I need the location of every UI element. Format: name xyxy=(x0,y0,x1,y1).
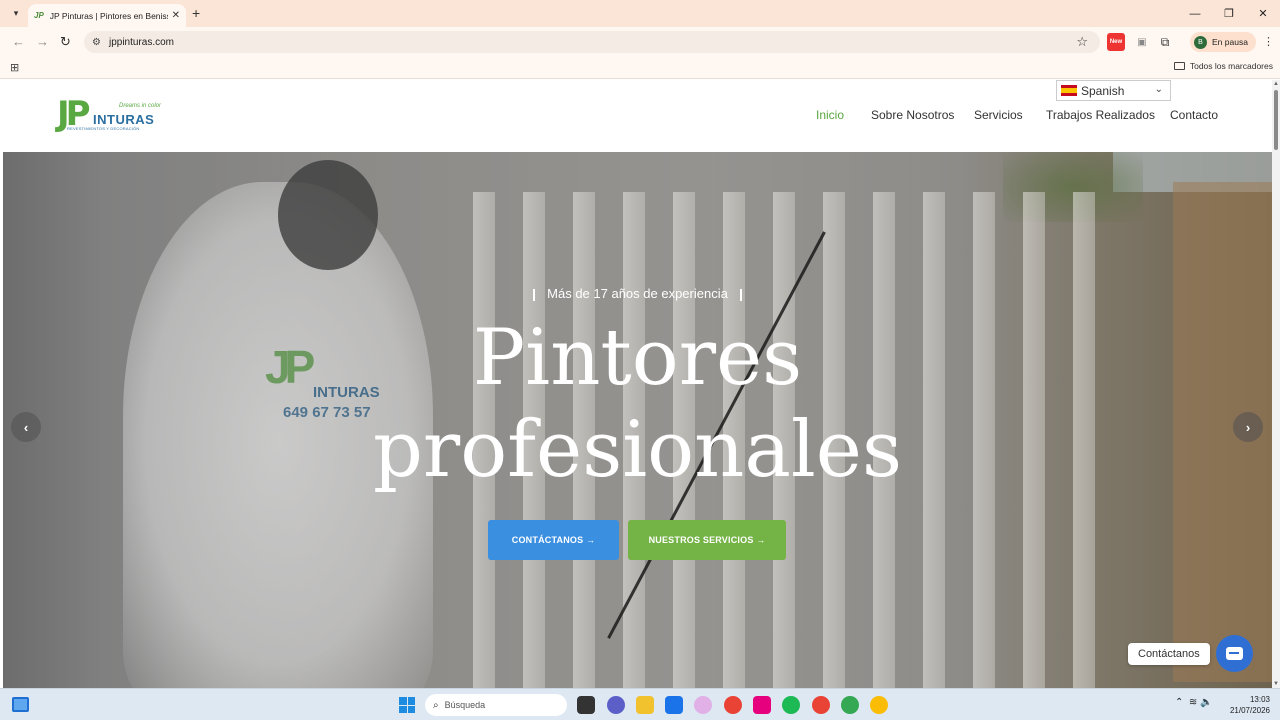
forward-icon[interactable]: → xyxy=(36,34,49,49)
hero-eyebrow: Más de 17 años de experiencia xyxy=(3,286,1272,301)
extension-gray-icon[interactable]: ▣ xyxy=(1133,33,1151,51)
slider-prev-icon[interactable]: ‹ xyxy=(11,412,41,442)
taskbar-search-placeholder: Búsqueda xyxy=(444,700,486,710)
taskbar-search[interactable]: ⌕ Búsqueda xyxy=(425,694,567,716)
language-selector[interactable]: Spanish ⌄ xyxy=(1056,80,1171,101)
outlook-icon[interactable] xyxy=(665,696,683,714)
restore-icon[interactable]: ❐ xyxy=(1212,0,1246,27)
scroll-up-icon[interactable]: ▲ xyxy=(1273,81,1279,87)
nav-contacto[interactable]: Contacto xyxy=(1170,108,1218,122)
spain-flag-icon xyxy=(1061,85,1077,96)
extension-icon[interactable]: New xyxy=(1107,33,1125,51)
taskbar-clock[interactable]: 13:03 21/07/2026 xyxy=(1226,694,1270,716)
clock-time: 13:03 xyxy=(1249,695,1270,704)
nav-trabajos-realizados[interactable]: Trabajos Realizados xyxy=(1046,108,1155,122)
tab-search-chevron-icon[interactable]: ▾ xyxy=(9,6,23,20)
all-bookmarks-button[interactable]: Todos los marcadores xyxy=(1173,61,1273,71)
services-cta-button[interactable]: NUESTROS SERVICIOS → xyxy=(628,520,786,560)
bookmark-star-icon[interactable]: ☆ xyxy=(1076,34,1088,50)
clock-date: 21/07/2026 xyxy=(1229,706,1270,715)
nav-sobre-nosotros[interactable]: Sobre Nosotros xyxy=(871,108,954,122)
address-bar[interactable]: ⚙ jppinturas.com ☆ xyxy=(84,31,1100,53)
close-window-icon[interactable]: ✕ xyxy=(1246,0,1280,27)
hero-headline-line2: profesionales xyxy=(372,405,902,495)
windows-taskbar: ⌕ Búsqueda ⌃ ≋ 🔈 13:03 21/07/2026 xyxy=(0,688,1280,720)
start-windows-icon[interactable] xyxy=(399,697,415,713)
eyebrow-bar-right xyxy=(739,288,742,301)
hero-eyebrow-text: Más de 17 años de experiencia xyxy=(547,286,728,301)
system-tray[interactable]: ⌃ ≋ 🔈 xyxy=(1175,697,1213,708)
site-logo[interactable]: JP Dreams in color INTURAS REVESTIMIENTO… xyxy=(57,94,167,138)
chrome-profile-icon[interactable] xyxy=(812,696,830,714)
contact-cta-button[interactable]: CONTÁCTANOS → xyxy=(488,520,619,560)
apps-grid-icon[interactable]: ⊞ xyxy=(10,61,19,74)
profile-status: En pausa xyxy=(1212,37,1248,47)
browser-menu-icon[interactable]: ⋮ xyxy=(1263,35,1274,48)
file-explorer-icon[interactable] xyxy=(636,696,654,714)
slack-icon[interactable] xyxy=(694,696,712,714)
page-scrollbar[interactable]: ▲ ▼ xyxy=(1272,80,1280,688)
nav-servicios[interactable]: Servicios xyxy=(974,108,1023,122)
all-bookmarks-label: Todos los marcadores xyxy=(1189,61,1273,71)
profile-button[interactable]: B En pausa xyxy=(1190,32,1256,52)
teams-chat-icon[interactable] xyxy=(607,696,625,714)
folder-icon xyxy=(1173,62,1185,70)
scroll-down-icon[interactable]: ▼ xyxy=(1273,681,1279,687)
chrome-profile-b-icon[interactable] xyxy=(841,696,859,714)
hero-painter-head xyxy=(278,160,378,270)
chat-widget-button[interactable] xyxy=(1216,635,1253,672)
chat-bubble-icon xyxy=(1226,647,1243,660)
app-pink-icon[interactable] xyxy=(753,696,771,714)
slider-next-icon[interactable]: › xyxy=(1233,412,1263,442)
widgets-icon[interactable] xyxy=(12,697,29,712)
minimize-icon[interactable]: — xyxy=(1178,0,1212,27)
tab-close-icon[interactable]: ✕ xyxy=(172,10,180,21)
chevron-down-icon: ⌄ xyxy=(1154,84,1163,95)
browser-toolbar: ← → ↻ ⚙ jppinturas.com ☆ New ▣ ⧉ B En pa… xyxy=(0,27,1280,57)
browser-titlebar: ▾ JP JP Pinturas | Pintores en Benissa ✕… xyxy=(0,0,1280,27)
bookmarks-bar: ⊞ Todos los marcadores xyxy=(0,57,1280,79)
extensions-puzzle-icon[interactable]: ⧉ xyxy=(1156,33,1174,51)
chat-tooltip[interactable]: Contáctanos xyxy=(1128,643,1210,665)
scrollbar-thumb[interactable] xyxy=(1274,90,1278,150)
hero-slider: JP INTURAS 649 67 73 57 Más de 17 años d… xyxy=(3,152,1272,688)
logo-subtitle: REVESTIMIENTOS Y DECORACIÓN xyxy=(67,126,140,131)
task-view-icon[interactable] xyxy=(577,696,595,714)
back-icon[interactable]: ← xyxy=(12,34,25,49)
hero-headline-line1: Pintores xyxy=(472,313,803,403)
reload-icon[interactable]: ↻ xyxy=(60,34,71,50)
new-tab-icon[interactable]: + xyxy=(192,5,200,21)
logo-slogan: Dreams in color xyxy=(119,103,162,109)
search-icon: ⌕ xyxy=(433,699,439,711)
spotify-icon[interactable] xyxy=(782,696,800,714)
tab-favicon: JP xyxy=(34,11,44,20)
logo-name: INTURAS xyxy=(93,112,155,127)
hero-headline: Pintores profesionales xyxy=(3,312,1272,496)
chrome-profile-c-icon[interactable] xyxy=(870,696,888,714)
eyebrow-bar-left xyxy=(533,288,536,301)
tab-title: JP Pinturas | Pintores en Benissa xyxy=(49,10,168,21)
avatar: B xyxy=(1194,35,1207,49)
window-controls: — ❐ ✕ xyxy=(1178,0,1280,27)
nav-inicio[interactable]: Inicio xyxy=(816,108,844,122)
site-info-icon[interactable]: ⚙ xyxy=(92,37,101,48)
language-label: Spanish xyxy=(1081,83,1125,98)
url-text[interactable]: jppinturas.com xyxy=(109,37,174,48)
browser-tab-active[interactable]: JP JP Pinturas | Pintores en Benissa ✕ xyxy=(28,4,186,27)
chrome-icon[interactable] xyxy=(724,696,742,714)
